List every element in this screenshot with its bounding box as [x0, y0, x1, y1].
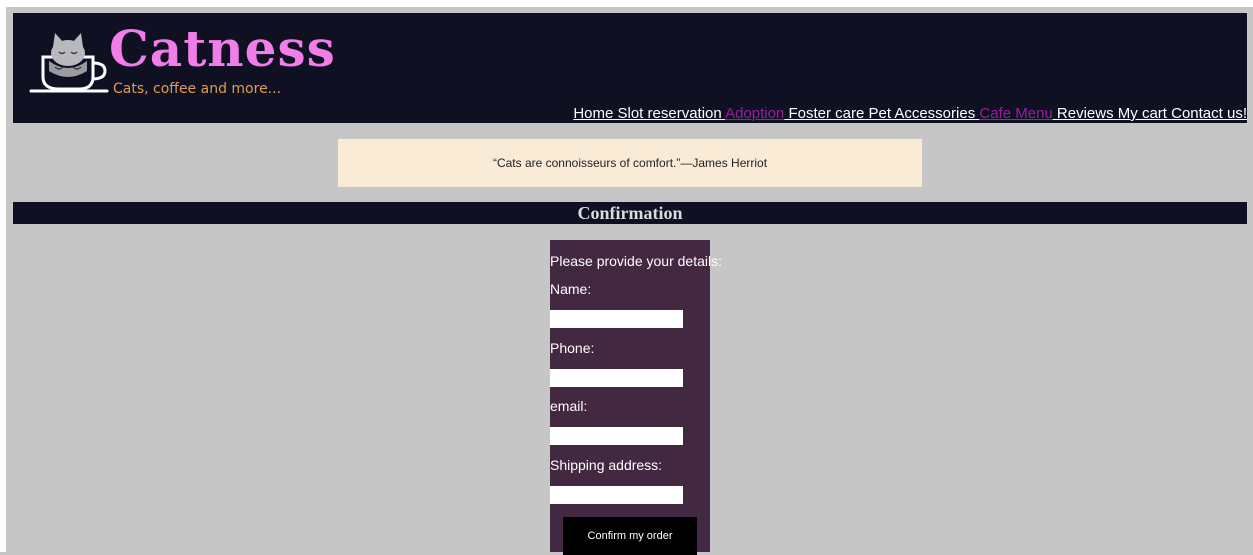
- nav-pet-accessories[interactable]: Pet Accessories: [868, 105, 975, 122]
- quote-text: “Cats are connoisseurs of comfort.”—Jame…: [492, 156, 768, 170]
- phone-input[interactable]: [550, 369, 683, 387]
- nav-cafe-menu[interactable]: Cafe Menu: [979, 105, 1052, 122]
- nav-foster-care[interactable]: Foster care: [788, 105, 864, 122]
- logo[interactable]: Catness Cats, coffee and more...: [29, 19, 335, 103]
- form-intro: Please provide your details:: [550, 253, 722, 269]
- details-form: Please provide your details: Name: Phone…: [550, 240, 722, 555]
- page: Catness Cats, coffee and more... Home Sl…: [0, 0, 1253, 555]
- name-input[interactable]: [550, 310, 683, 328]
- main-nav: Home Slot reservation Adoption Foster ca…: [573, 105, 1247, 122]
- address-input[interactable]: [550, 486, 683, 504]
- brand-tagline: Cats, coffee and more...: [113, 81, 282, 97]
- brand-name: Catness: [109, 19, 336, 78]
- quote-banner: “Cats are connoisseurs of comfort.”—Jame…: [338, 139, 922, 187]
- left-border: [0, 0, 6, 552]
- nav-adoption[interactable]: Adoption: [725, 105, 784, 122]
- confirm-order-button[interactable]: Confirm my order: [563, 517, 697, 555]
- nav-reviews[interactable]: Reviews: [1057, 105, 1114, 122]
- phone-label: Phone:: [550, 340, 595, 356]
- site-header: Catness Cats, coffee and more... Home Sl…: [13, 13, 1247, 123]
- nav-my-cart[interactable]: My cart: [1118, 105, 1167, 122]
- address-label: Shipping address:: [550, 457, 663, 473]
- email-input[interactable]: [550, 427, 683, 445]
- nav-slot-reservation[interactable]: Slot reservation: [618, 105, 722, 122]
- email-label: email:: [550, 398, 588, 414]
- top-border: [0, 0, 1253, 7]
- nav-home[interactable]: Home: [573, 105, 613, 122]
- nav-contact-us[interactable]: Contact us!: [1171, 105, 1247, 122]
- name-label: Name:: [550, 281, 592, 297]
- cat-in-coffee-cup-icon: [29, 33, 109, 93]
- section-header: Confirmation: [13, 202, 1247, 224]
- section-title: Confirmation: [577, 203, 683, 223]
